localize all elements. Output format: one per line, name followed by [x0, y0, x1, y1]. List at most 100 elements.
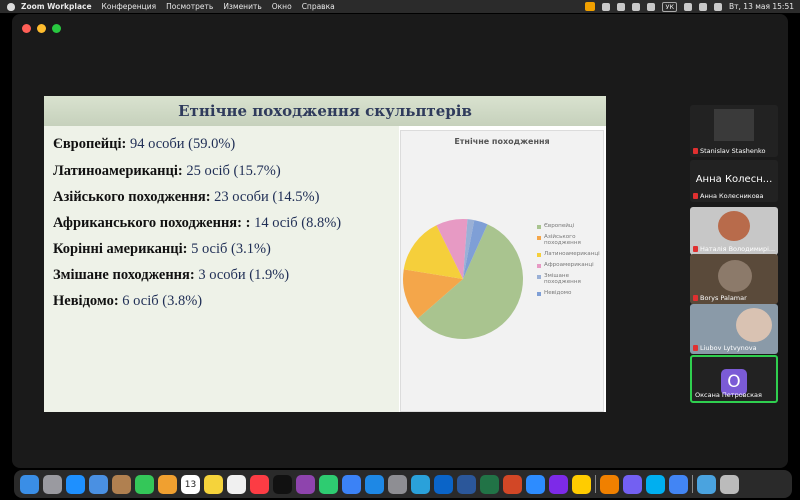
menu-window[interactable]: Окно [272, 2, 292, 11]
zoom-icon[interactable] [526, 474, 545, 494]
participant-tile[interactable]: Borys Palamar [690, 254, 778, 304]
photos-icon[interactable] [158, 474, 177, 494]
close-button[interactable] [22, 24, 31, 33]
wifi-icon[interactable] [684, 2, 693, 11]
battery-icon[interactable] [632, 2, 641, 11]
participant-tile[interactable]: Анна Колесн... Анна Колесникова [690, 160, 778, 202]
stat-line: Латиноамериканці: 25 осіб (15.7%) [53, 163, 281, 179]
participant-name: Анна Колесникова [700, 192, 764, 200]
legend-swatch [537, 236, 541, 240]
vpn-icon[interactable] [572, 474, 591, 494]
legend-item: Європейці [537, 223, 607, 229]
pie-chart-panel: Етнічне походження Європейці Азійського п… [400, 130, 604, 412]
legend-item: Азійського походження [537, 234, 607, 246]
dock-separator [692, 475, 693, 493]
legend-label: Змішане походження [544, 273, 581, 285]
legend-label: Афроамериканці [544, 262, 594, 268]
participant-avatar [714, 109, 754, 141]
downloads-icon[interactable] [697, 474, 716, 494]
trash-icon[interactable] [720, 474, 739, 494]
legend-item: Афроамериканці [537, 262, 607, 268]
legend-item: Невідомо [537, 290, 607, 296]
contacts-icon[interactable] [112, 474, 131, 494]
participant-name: Оксана Петровская [695, 391, 762, 399]
input-language[interactable]: УК [662, 1, 678, 12]
clock[interactable]: Вт, 13 мая 15:51 [729, 2, 794, 11]
excel-icon[interactable] [480, 474, 499, 494]
word-icon[interactable] [457, 474, 476, 494]
participant-display-name: Анна Колесн... [695, 174, 773, 185]
stat-line: Корінні американці: 5 осіб (3.1%) [53, 241, 271, 257]
legend-item: Латиноамериканці [537, 251, 607, 257]
menu-help[interactable]: Справка [302, 2, 335, 11]
muted-mic-icon [693, 148, 698, 154]
participant-name: Наталія Володимирі... [700, 245, 776, 253]
macos-dock: 13 [14, 470, 792, 498]
muted-mic-icon [693, 295, 698, 301]
stat-line: Азійського походження: 23 особи (14.5%) [53, 189, 320, 205]
mail-icon[interactable] [89, 474, 108, 494]
legend-swatch [537, 264, 541, 268]
notes-icon[interactable] [204, 474, 223, 494]
telegram-icon[interactable] [411, 474, 430, 494]
participant-tile-active-speaker[interactable]: O Оксана Петровская [690, 355, 778, 403]
control-center-icon[interactable] [714, 2, 723, 11]
play-icon[interactable] [647, 2, 656, 11]
zoom-status-icon[interactable] [602, 2, 611, 11]
settings-icon[interactable] [388, 474, 407, 494]
window-controls [22, 24, 61, 33]
participant-tile[interactable]: Liubov Lytvynova [690, 304, 778, 354]
zoom-window: Етнічне походження скульптерів Європейці… [12, 14, 788, 468]
appstore-icon[interactable] [365, 474, 384, 494]
numbers-icon[interactable] [319, 474, 338, 494]
chrome-icon[interactable] [669, 474, 688, 494]
participant-name: Stanislav Stashenko [700, 147, 766, 155]
stat-line: Африканського походження: : 14 осіб (8.8… [53, 215, 342, 231]
participant-name: Liubov Lytvynova [700, 344, 757, 352]
canva-icon[interactable] [549, 474, 568, 494]
legend-swatch [537, 253, 541, 257]
calendar-icon[interactable]: 13 [181, 474, 200, 494]
menu-view[interactable]: Посмотреть [166, 2, 213, 11]
microphone-indicator-icon[interactable] [585, 2, 596, 11]
safari-icon[interactable] [66, 474, 85, 494]
maximize-button[interactable] [52, 24, 61, 33]
reminders-icon[interactable] [227, 474, 246, 494]
muted-mic-icon [693, 345, 698, 351]
finder-icon[interactable] [20, 474, 39, 494]
legend-label: Азійського походження [544, 234, 581, 246]
participant-avatar [718, 211, 750, 241]
wifi-alt-icon[interactable] [617, 2, 626, 11]
muted-mic-icon [693, 246, 698, 252]
music-icon[interactable] [250, 474, 269, 494]
viber-icon[interactable] [623, 474, 642, 494]
legend-label: Невідомо [544, 290, 572, 296]
stat-line: Європейці: 94 особи (59.0%) [53, 136, 236, 152]
vlc-icon[interactable] [600, 474, 619, 494]
powerpoint-icon[interactable] [503, 474, 522, 494]
apple-icon[interactable] [7, 2, 15, 11]
shared-screen-slide: Етнічне походження скульптерів Європейці… [44, 96, 606, 412]
participant-name: Borys Palamar [700, 294, 747, 302]
launchpad-icon[interactable] [43, 474, 62, 494]
minimize-button[interactable] [37, 24, 46, 33]
messages-icon[interactable] [135, 474, 154, 494]
muted-mic-icon [693, 193, 698, 199]
skype-icon[interactable] [646, 474, 665, 494]
participant-tile[interactable]: Stanislav Stashenko [690, 105, 778, 157]
outlook-icon[interactable] [434, 474, 453, 494]
legend-label: Європейці [544, 223, 575, 229]
chart-legend: Європейці Азійського походження Латиноамер… [537, 223, 607, 301]
menu-conference[interactable]: Конференция [102, 2, 157, 11]
slide-title: Етнічне походження скульптерів [44, 96, 606, 126]
participant-tile[interactable]: Наталія Володимирі... [690, 207, 778, 255]
menu-edit[interactable]: Изменить [223, 2, 261, 11]
keynote-icon[interactable] [342, 474, 361, 494]
legend-swatch [537, 275, 541, 279]
search-icon[interactable] [699, 2, 708, 11]
app-name-menu[interactable]: Zoom Workplace [21, 2, 92, 11]
participant-video [718, 260, 752, 292]
stat-line: Невідомо: 6 осіб (3.8%) [53, 293, 203, 309]
tv-icon[interactable] [273, 474, 292, 494]
podcasts-icon[interactable] [296, 474, 315, 494]
